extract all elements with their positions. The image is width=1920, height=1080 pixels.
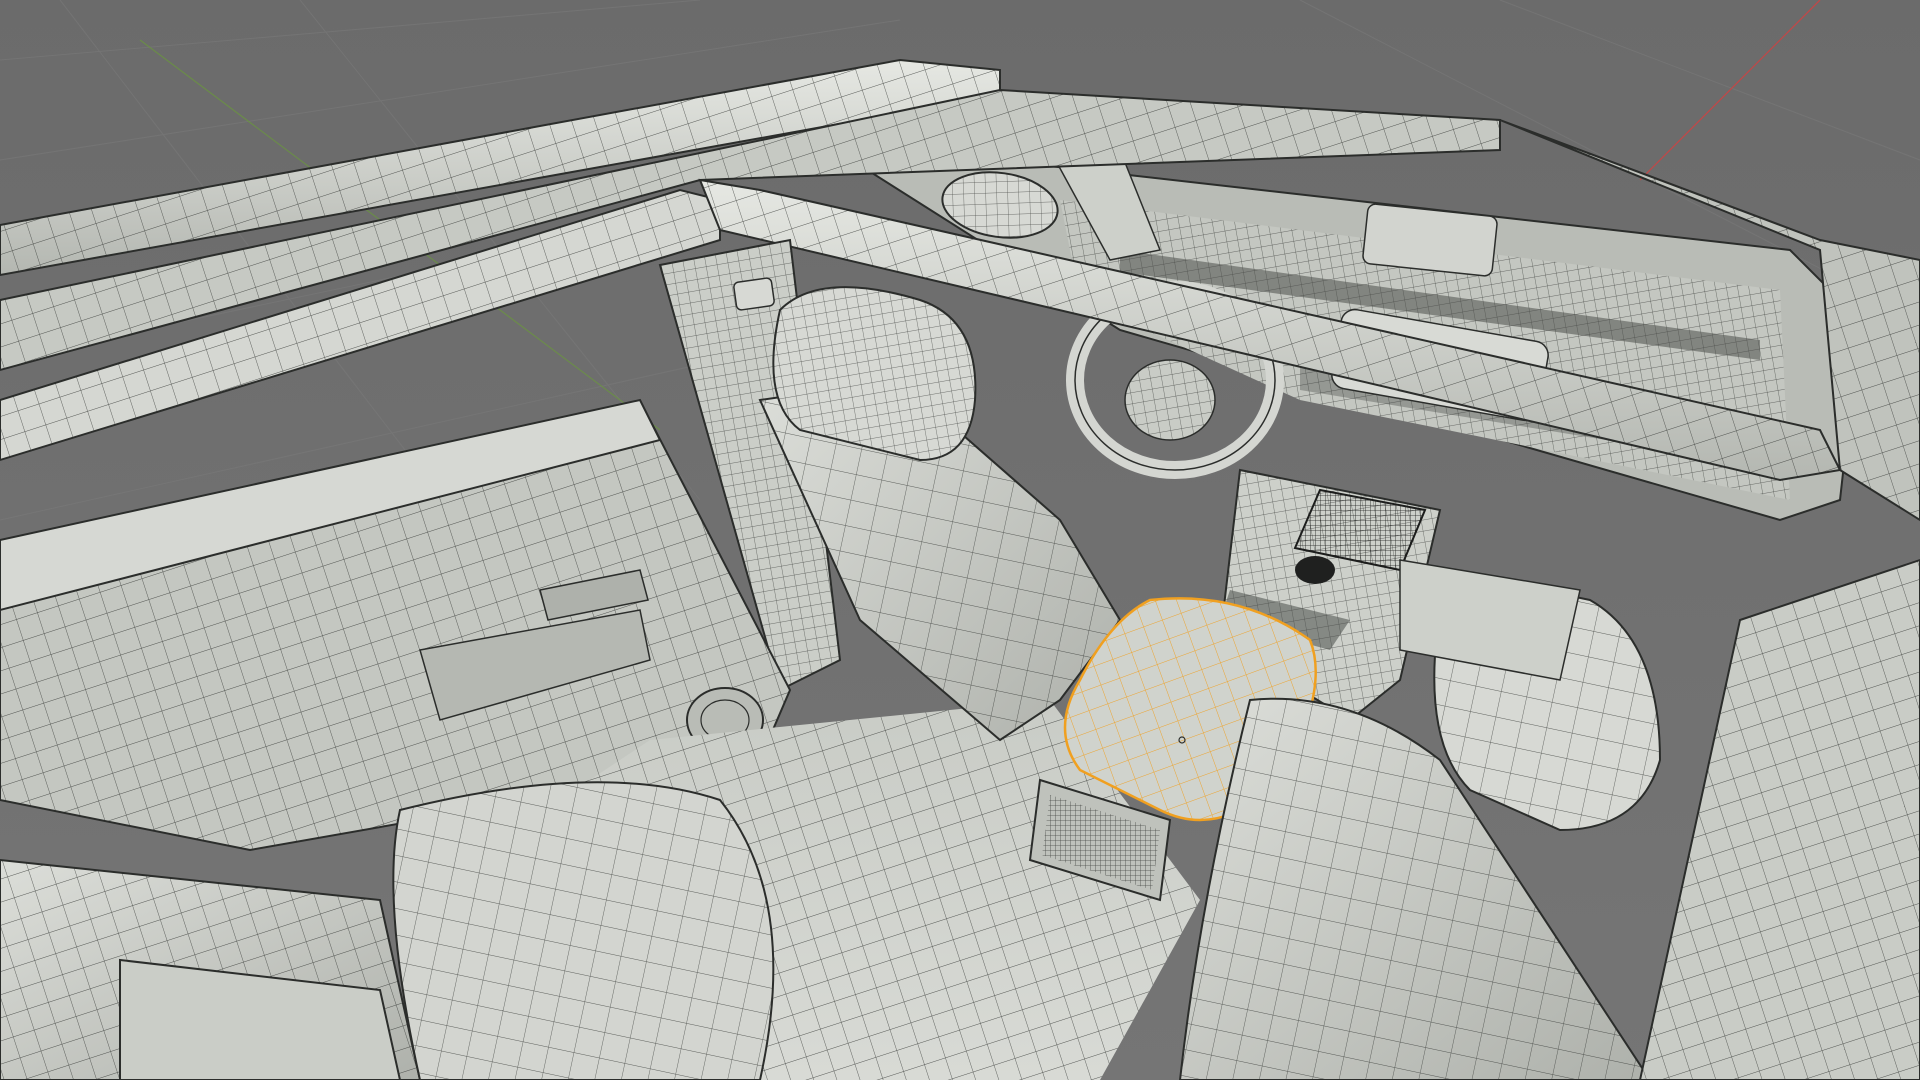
3d-viewport[interactable] <box>0 0 1920 1080</box>
seatbelt-anchor <box>733 277 775 311</box>
steering-wheel-hub-wire <box>1125 360 1215 440</box>
infotainment-screen <box>1362 203 1498 277</box>
gear-selector-knob <box>1295 556 1335 584</box>
rear-bench-cushion-wire <box>393 782 774 1080</box>
viewport-scene[interactable] <box>0 0 1920 1080</box>
